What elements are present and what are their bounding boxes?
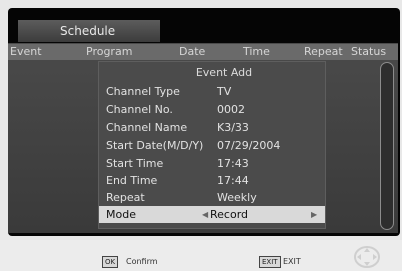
field-repeat[interactable]: Repeat Weekly xyxy=(104,189,322,206)
ok-key-icon[interactable]: OK xyxy=(102,256,119,268)
column-header-date: Date xyxy=(179,45,206,58)
field-value: 07/29/2004 xyxy=(217,139,281,152)
field-value: Record xyxy=(210,208,249,221)
tv-screen-stage: Schedule Event Program Date Time Repeat … xyxy=(0,0,402,271)
exit-hint: EXIT xyxy=(283,257,301,266)
field-end-time[interactable]: End Time 17:44 xyxy=(104,172,322,189)
field-value: 17:44 xyxy=(217,174,249,187)
field-value: 0002 xyxy=(217,103,245,116)
tab-schedule-label: Schedule xyxy=(60,24,116,38)
dpad-icon xyxy=(354,246,380,268)
field-label: Repeat xyxy=(106,191,145,204)
column-header-status: Status xyxy=(351,45,387,58)
field-value: K3/33 xyxy=(217,121,249,134)
field-label: End Time xyxy=(106,174,158,187)
dialog-title: Event Add xyxy=(195,66,253,79)
tab-schedule[interactable]: Schedule xyxy=(18,20,160,42)
field-value: 17:43 xyxy=(217,157,249,170)
column-header-repeat: Repeat xyxy=(304,45,343,58)
field-label: Mode xyxy=(106,208,136,221)
field-value: Weekly xyxy=(217,191,257,204)
field-label: Start Date(M/D/Y) xyxy=(106,139,204,152)
field-channel-no[interactable]: Channel No. 0002 xyxy=(104,101,322,118)
field-channel-type[interactable]: Channel Type TV xyxy=(104,83,322,100)
field-start-time[interactable]: Start Time 17:43 xyxy=(104,155,322,172)
column-header-time: Time xyxy=(243,45,270,58)
schedule-column-headers: Event Program Date Time Repeat Status xyxy=(8,44,398,60)
ok-hint: Confirm xyxy=(126,257,158,266)
exit-key-icon[interactable]: EXIT xyxy=(259,256,281,268)
column-header-event: Event xyxy=(10,45,42,58)
field-value: TV xyxy=(217,85,232,98)
field-label: Channel Name xyxy=(106,121,188,134)
field-label: Channel No. xyxy=(106,103,173,116)
scrollbar[interactable] xyxy=(380,62,394,230)
arrow-left-icon[interactable]: ◀ xyxy=(202,206,208,223)
field-label: Start Time xyxy=(106,157,164,170)
column-header-program: Program xyxy=(86,45,133,58)
field-channel-name[interactable]: Channel Name K3/33 xyxy=(104,119,322,136)
field-start-date[interactable]: Start Date(M/D/Y) 07/29/2004 xyxy=(104,137,322,154)
footer-bar xyxy=(0,240,402,271)
field-mode[interactable]: Mode ◀ Record ▶ xyxy=(99,206,325,223)
arrow-right-icon[interactable]: ▶ xyxy=(311,206,317,223)
field-label: Channel Type xyxy=(106,85,180,98)
